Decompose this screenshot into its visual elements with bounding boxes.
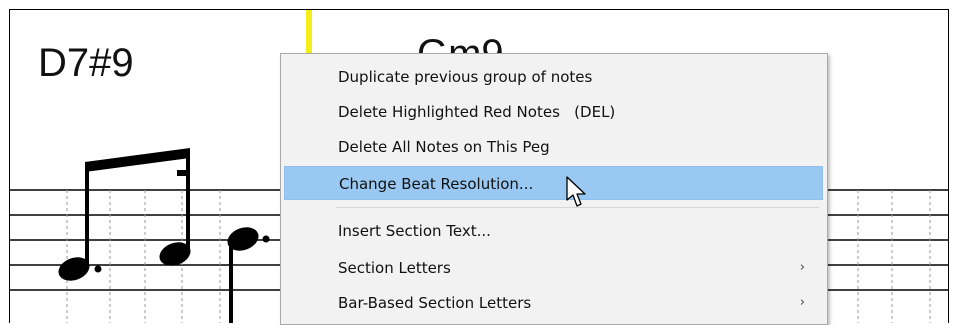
chord-symbol: D7#9 — [38, 41, 134, 85]
note-dot — [262, 235, 270, 243]
menu-item-label: Bar-Based Section Letters — [338, 294, 532, 312]
menu-item-label: Delete Highlighted Red Notes (DEL) — [338, 103, 616, 121]
note-beam-short — [177, 170, 190, 176]
menu-item-label: Change Beat Resolution... — [339, 175, 534, 193]
menu-item-delete-all-notes[interactable]: Delete All Notes on This Peg — [284, 130, 823, 164]
menu-item-label: Insert Section Text... — [338, 222, 491, 240]
menu-item-bar-based-section-letters[interactable]: Bar-Based Section Letters › — [284, 286, 823, 320]
menu-item-label: Section Letters — [338, 259, 451, 277]
note-dot — [94, 265, 102, 273]
menu-item-label: Delete All Notes on This Peg — [338, 138, 550, 156]
menu-item-delete-highlighted[interactable]: Delete Highlighted Red Notes (DEL) — [284, 95, 823, 129]
mouse-pointer-icon — [566, 176, 586, 207]
menu-item-label: Duplicate previous group of notes — [338, 68, 593, 86]
menu-item-duplicate-notes[interactable]: Duplicate previous group of notes — [284, 60, 823, 94]
menu-item-insert-section-text[interactable]: Insert Section Text... — [284, 214, 823, 248]
context-menu: Duplicate previous group of notes Delete… — [280, 53, 828, 325]
note-beam — [85, 148, 190, 172]
menu-item-change-beat-resolution[interactable]: Change Beat Resolution... — [284, 166, 823, 200]
submenu-arrow-icon: › — [799, 260, 805, 275]
submenu-arrow-icon: › — [799, 295, 805, 310]
note-group — [58, 148, 270, 323]
menu-item-section-letters[interactable]: Section Letters › — [284, 251, 823, 285]
